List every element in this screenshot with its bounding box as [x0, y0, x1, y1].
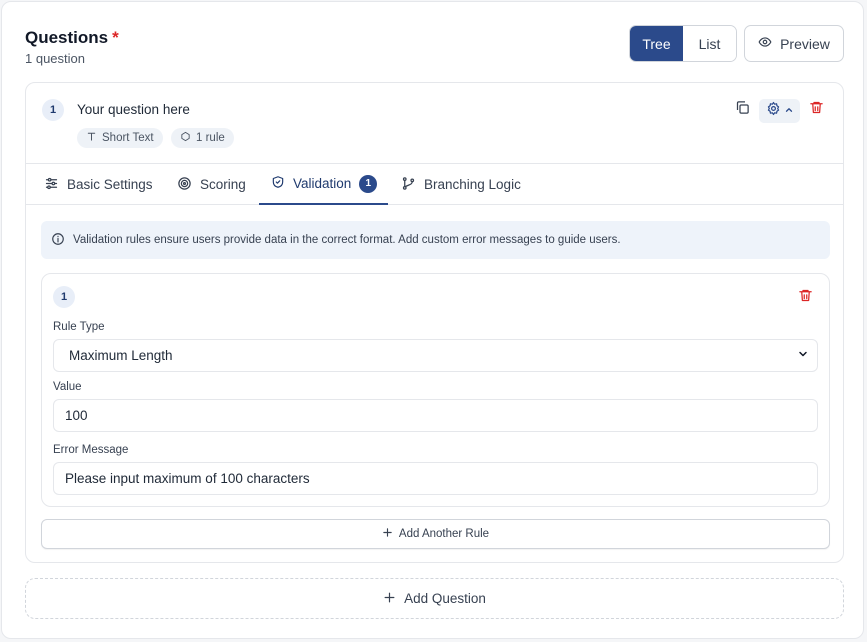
add-rule-label: Add Another Rule: [398, 528, 490, 540]
page-title: Questions *: [25, 28, 119, 48]
chevron-up-icon: [784, 102, 794, 120]
questions-panel: Questions * 1 question Tree List Preview …: [1, 1, 864, 639]
list-view-button[interactable]: List: [683, 26, 736, 61]
question-type-chip: Short Text: [77, 128, 163, 148]
error-message-label: Error Message: [53, 444, 129, 456]
tree-view-button[interactable]: Tree: [630, 26, 683, 61]
question-card: 1 Your question here Short Text 1 rule B…: [25, 82, 844, 563]
validation-info-banner: Validation rules ensure users provide da…: [41, 221, 830, 259]
tab-label: Scoring: [200, 177, 246, 192]
validation-rule-card: 1 Rule Type Maximum Length Value 100 Err…: [41, 273, 830, 507]
error-message-input[interactable]: Please input maximum of 100 characters: [53, 462, 818, 495]
trash-icon: [809, 100, 824, 120]
rule-count-label: 1 rule: [196, 132, 225, 144]
view-toggle: Tree List: [629, 25, 737, 62]
info-icon: [51, 232, 65, 249]
tab-branching-logic[interactable]: Branching Logic: [401, 164, 521, 205]
gear-icon: [766, 101, 781, 121]
rule-type-select[interactable]: Maximum Length: [53, 339, 818, 372]
sliders-icon: [44, 176, 59, 194]
question-number: 1: [42, 99, 64, 121]
add-another-rule-button[interactable]: Add Another Rule: [41, 519, 830, 549]
question-text[interactable]: Your question here: [77, 102, 190, 117]
value-label: Value: [53, 381, 82, 393]
copy-icon: [735, 100, 750, 120]
info-text: Validation rules ensure users provide da…: [73, 234, 621, 246]
settings-toggle-button[interactable]: [759, 99, 800, 123]
preview-label: Preview: [780, 35, 830, 52]
text-type-icon: [86, 131, 97, 145]
target-icon: [177, 176, 192, 194]
chevron-down-icon: [797, 348, 809, 363]
duplicate-button[interactable]: [732, 100, 752, 120]
tab-label: Basic Settings: [67, 177, 153, 192]
rule-type-value: Maximum Length: [69, 348, 173, 363]
validation-count-badge: 1: [359, 174, 378, 193]
delete-question-button[interactable]: [806, 100, 826, 120]
rule-icon: [180, 131, 191, 145]
tab-validation[interactable]: Validation 1: [259, 164, 388, 205]
shield-check-icon: [271, 175, 285, 192]
plus-icon: [382, 527, 393, 541]
tab-basic-settings[interactable]: Basic Settings: [44, 164, 153, 205]
value-input[interactable]: 100: [53, 399, 818, 432]
tab-label: Validation: [293, 176, 352, 191]
git-branch-icon: [401, 176, 416, 194]
question-tabs: Basic Settings Scoring Validation 1 Bran…: [26, 163, 843, 205]
title-text: Questions: [25, 28, 109, 47]
tab-label: Branching Logic: [424, 177, 521, 192]
eye-icon: [758, 35, 772, 52]
delete-rule-button[interactable]: [795, 288, 815, 308]
preview-button[interactable]: Preview: [744, 25, 844, 62]
add-question-label: Add Question: [404, 591, 486, 606]
required-asterisk: *: [112, 28, 119, 47]
add-question-button[interactable]: Add Question: [25, 578, 844, 619]
rule-number: 1: [53, 286, 75, 308]
trash-icon: [798, 288, 813, 308]
question-count: 1 question: [25, 51, 85, 66]
tab-scoring[interactable]: Scoring: [177, 164, 246, 205]
rule-type-label: Rule Type: [53, 321, 105, 333]
plus-icon: [383, 591, 396, 607]
question-type-label: Short Text: [102, 132, 154, 144]
rule-count-chip: 1 rule: [171, 128, 234, 148]
